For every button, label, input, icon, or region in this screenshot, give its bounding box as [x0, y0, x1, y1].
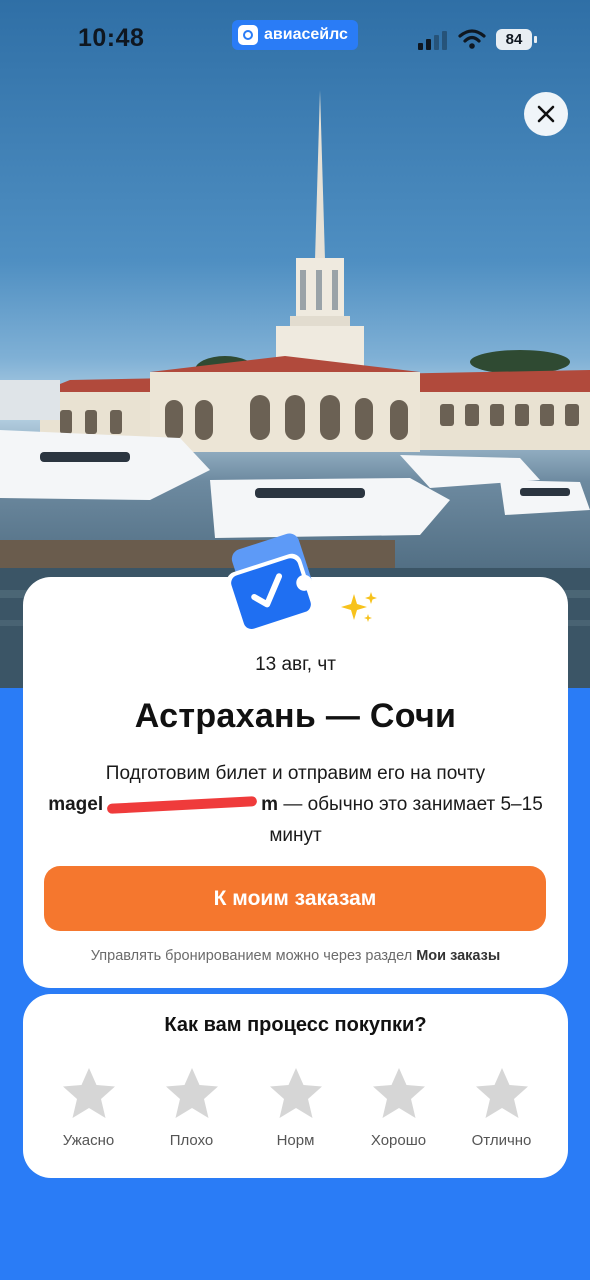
- purchase-rating-card: Как вам процесс покупки? Ужасно Плохо Но…: [23, 994, 568, 1178]
- rating-label: Плохо: [169, 1132, 214, 1149]
- star-icon: [62, 1068, 115, 1118]
- star-icon: [269, 1068, 322, 1118]
- trip-route: Астрахань — Сочи: [134, 697, 457, 735]
- rating-option-5[interactable]: Отлично: [450, 1066, 553, 1149]
- clock: 10:48: [78, 24, 145, 52]
- star-icon: [475, 1068, 528, 1118]
- hint-text: Управлять бронированием можно через разд…: [90, 948, 413, 964]
- ticket-check-icon: [226, 533, 316, 634]
- email-start: magel: [48, 794, 104, 815]
- star-icon: [372, 1068, 425, 1118]
- cellular-signal-icon: [418, 30, 448, 50]
- rating-label: Отлично: [471, 1132, 532, 1149]
- rating-option-3[interactable]: Норм: [244, 1066, 347, 1149]
- ticket-delivery-text: Подготовим билет и отправим его на почту…: [40, 758, 551, 851]
- rating-option-2[interactable]: Плохо: [140, 1066, 243, 1149]
- close-icon: [537, 105, 555, 123]
- app-badge-label: авиасейлс: [264, 26, 348, 43]
- rating-title: Как вам процесс покупки?: [164, 1014, 427, 1036]
- app-badge[interactable]: авиасейлс: [232, 20, 358, 50]
- trip-date: 13 авг, чт: [255, 654, 336, 675]
- email-end: m: [261, 794, 279, 815]
- my-orders-button[interactable]: К моим заказам: [44, 866, 546, 931]
- manage-booking-hint: Управлять бронированием можно через разд…: [23, 948, 568, 964]
- email-redaction: [106, 796, 258, 814]
- rating-stars: Ужасно Плохо Норм Хорошо Отлично: [23, 1066, 568, 1166]
- rating-label: Норм: [276, 1132, 315, 1149]
- rating-label: Ужасно: [62, 1132, 115, 1149]
- battery-indicator: 84: [496, 29, 537, 50]
- sparkle-icon: [341, 592, 377, 622]
- delivery-text-rest: — обычно это занимает 5–15 минут: [269, 794, 543, 846]
- rating-option-1[interactable]: Ужасно: [37, 1066, 140, 1149]
- wifi-icon: [458, 29, 486, 49]
- my-orders-link[interactable]: Мои заказы: [416, 948, 500, 964]
- rating-label: Хорошо: [370, 1132, 427, 1149]
- delivery-text-line1: Подготовим билет и отправим его на почту: [105, 763, 486, 784]
- aviasales-logo-icon: [238, 25, 258, 45]
- rating-option-4[interactable]: Хорошо: [347, 1066, 450, 1149]
- close-button[interactable]: [524, 92, 568, 136]
- star-icon: [165, 1068, 218, 1118]
- status-bar: 10:48 авиасейлс 84: [0, 0, 590, 78]
